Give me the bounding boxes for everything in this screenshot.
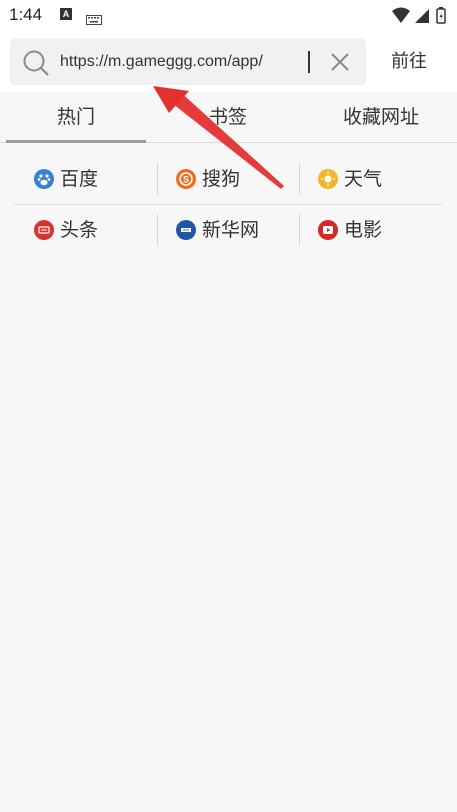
site-label: 天气 [344, 168, 383, 190]
keyboard-icon [86, 10, 102, 29]
tab-favorite-sites[interactable]: 收藏网址 [310, 92, 452, 142]
popular-sites-grid: 百度 S 搜狗 天气 头条 新华网 电影 [14, 154, 442, 255]
svg-text:S: S [183, 175, 189, 185]
site-item-baidu[interactable]: 百度 [14, 154, 156, 204]
go-button[interactable]: 前往 [370, 38, 448, 85]
site-row: 头条 新华网 电影 [14, 205, 442, 255]
sogou-icon: S [176, 169, 196, 189]
site-label: 搜狗 [202, 168, 241, 190]
tab-bar: 热门 书签 收藏网址 [0, 92, 457, 143]
toutiao-icon [34, 220, 54, 240]
site-row: 百度 S 搜狗 天气 [14, 154, 442, 205]
site-item-movie[interactable]: 电影 [298, 205, 440, 255]
site-item-xinhua[interactable]: 新华网 [156, 205, 298, 255]
text-a-icon: A [60, 8, 72, 20]
tab-bookmarks[interactable]: 书签 [158, 92, 298, 142]
browser-screen: 1:44 A https://m.gameggg.com/app/ 前往 热门 … [0, 0, 457, 812]
site-label: 百度 [60, 168, 99, 190]
text-caret [308, 51, 310, 73]
status-bar: 1:44 A [0, 0, 457, 32]
clear-icon[interactable] [330, 52, 350, 76]
status-right-icons [391, 6, 449, 30]
movie-icon [318, 220, 338, 240]
status-time: 1:44 [9, 5, 43, 24]
site-item-toutiao[interactable]: 头条 [14, 205, 156, 255]
signal-icon [415, 9, 429, 23]
site-label: 电影 [344, 219, 383, 241]
wifi-icon [392, 7, 410, 23]
site-item-weather[interactable]: 天气 [298, 154, 440, 204]
url-field-container[interactable] [10, 38, 366, 85]
tab-popular[interactable]: 热门 [6, 92, 146, 143]
site-item-sogou[interactable]: S 搜狗 [156, 154, 298, 204]
search-icon [22, 49, 50, 81]
weather-icon [318, 169, 338, 189]
site-label: 头条 [60, 219, 99, 241]
site-label: 新华网 [202, 219, 260, 241]
address-bar: 前往 [0, 32, 457, 92]
url-input[interactable] [60, 50, 305, 74]
xinhua-icon [176, 220, 196, 240]
baidu-icon [34, 169, 54, 189]
